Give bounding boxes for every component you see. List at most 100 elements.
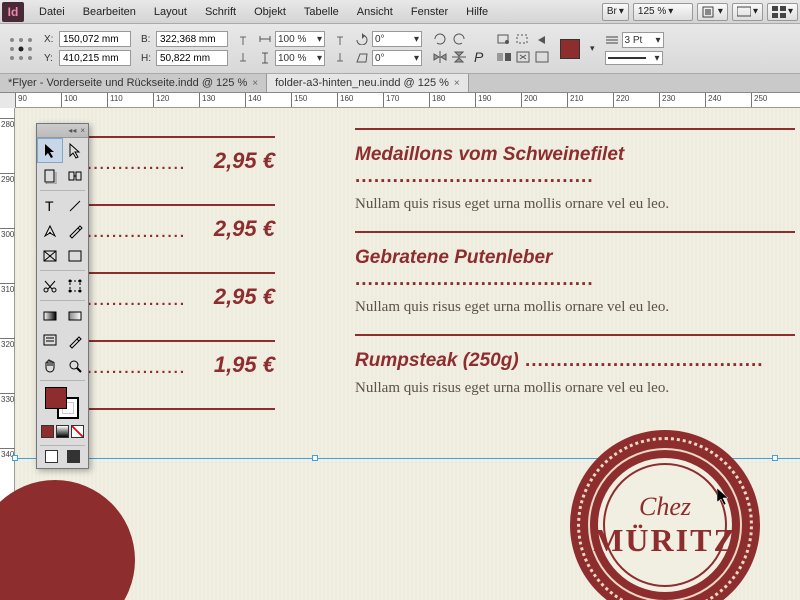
selection-handle[interactable] (772, 455, 778, 461)
apply-gradient-button[interactable] (56, 425, 69, 438)
price-row: .................. 2,95 € (75, 204, 275, 244)
menu-ansicht[interactable]: Ansicht (348, 0, 402, 24)
fill-stroke-swatch[interactable] (37, 383, 88, 423)
screen-mode-button[interactable]: ▾ (732, 3, 763, 21)
hand-tool[interactable] (37, 353, 63, 378)
shear-input[interactable]: 0°▾ (372, 50, 422, 66)
x-input[interactable] (59, 31, 131, 47)
view-mode-button[interactable]: ▾ (697, 3, 728, 21)
line-tool[interactable] (63, 193, 89, 218)
menu-objekt[interactable]: Objekt (245, 0, 295, 24)
rotate-input[interactable]: 0°▾ (372, 31, 422, 47)
normal-view-button[interactable] (45, 450, 58, 463)
menubar: Id Datei Bearbeiten Layout Schrift Objek… (0, 0, 800, 24)
tool-palette[interactable]: ◂◂ × T (36, 123, 89, 469)
tab-label: folder-a3-hinten_neu.indd @ 125 % (275, 77, 449, 89)
scale-y-input[interactable]: 100 %▾ (275, 50, 325, 66)
bridge-button[interactable]: Br▾ (602, 3, 629, 21)
leader-dots: .................. (75, 360, 205, 377)
price-column: .................. 2,95 € ..............… (75, 108, 275, 380)
gradient-feather-tool[interactable] (63, 303, 89, 328)
menu-fenster[interactable]: Fenster (402, 0, 457, 24)
menu-tabelle[interactable]: Tabelle (295, 0, 348, 24)
select-container-icon[interactable] (496, 33, 512, 47)
horizontal-ruler[interactable]: 9010011012013014015016017018019020021022… (15, 93, 800, 108)
item-description: Nullam quis risus eget urna mollis ornar… (355, 196, 795, 213)
page-canvas[interactable]: .................. 2,95 € ..............… (15, 108, 800, 600)
chevron-down-icon: ▾ (718, 6, 723, 17)
menu-item: Gebratene Putenleber Nullam quis risus e… (355, 231, 795, 334)
menu-layout[interactable]: Layout (145, 0, 196, 24)
stroke-style-select[interactable]: ▾ (605, 51, 663, 65)
menu-hilfe[interactable]: Hilfe (457, 0, 497, 24)
document-stage: 280290300310320330340350360 ............… (0, 108, 800, 600)
gap-tool[interactable] (63, 163, 89, 188)
y-input[interactable] (59, 50, 131, 66)
fill-swatch[interactable] (560, 39, 580, 59)
document-tabs: *Flyer - Vorderseite und Rückseite.indd … (0, 74, 800, 93)
flip-h-icon[interactable] (432, 50, 448, 64)
type-tool[interactable]: T (37, 193, 63, 218)
price-row: .................. 2,95 € (75, 272, 275, 312)
close-icon[interactable]: × (252, 78, 258, 89)
note-tool[interactable] (37, 328, 63, 353)
item-description: Nullam quis risus eget urna mollis ornar… (355, 299, 795, 316)
free-transform-tool[interactable] (63, 273, 89, 298)
leader-dots: .................. (75, 292, 205, 309)
link-icon[interactable] (238, 34, 248, 64)
scissors-tool[interactable] (37, 273, 63, 298)
item-title: Rumpsteak (250g) (355, 350, 795, 372)
chevron-down-icon: ▾ (414, 34, 419, 45)
menu-bearbeiten[interactable]: Bearbeiten (74, 0, 145, 24)
menu-schrift[interactable]: Schrift (196, 0, 245, 24)
scale-x-icon (258, 33, 272, 45)
page-tool[interactable] (37, 163, 63, 188)
rotate-cw-icon[interactable] (432, 32, 448, 46)
chevron-down-icon[interactable]: ▾ (590, 43, 595, 54)
arrange-button[interactable]: ▾ (767, 3, 798, 21)
stroke-weight-input[interactable]: 3 Pt▾ (622, 32, 664, 48)
rectangle-frame-tool[interactable] (37, 243, 63, 268)
preview-view-button[interactable] (67, 450, 80, 463)
pencil-tool[interactable] (63, 218, 89, 243)
close-icon[interactable]: × (80, 126, 85, 135)
zoom-select[interactable]: 125 %▾ (633, 3, 693, 21)
selection-handle[interactable] (12, 455, 18, 461)
stroke-weight-icon (605, 34, 619, 46)
chevron-down-icon: ▾ (788, 6, 793, 17)
selection-tool[interactable] (37, 138, 63, 163)
select-content-icon[interactable] (515, 33, 531, 47)
rotate-ccw-icon[interactable] (451, 32, 467, 46)
direct-selection-tool[interactable] (63, 138, 89, 163)
fit-content-icon[interactable] (515, 50, 531, 64)
flip-v-icon[interactable] (451, 50, 467, 64)
eyedropper-tool[interactable] (63, 328, 89, 353)
chevron-down-icon: ▾ (317, 53, 322, 64)
zoom-tool[interactable] (63, 353, 89, 378)
scale-x-input[interactable]: 100 %▾ (275, 31, 325, 47)
link-icon[interactable] (335, 34, 345, 64)
menu-datei[interactable]: Datei (30, 0, 74, 24)
reference-point-icon[interactable] (8, 36, 34, 62)
tab-folder[interactable]: folder-a3-hinten_neu.indd @ 125 % × (267, 74, 469, 92)
tab-label: *Flyer - Vorderseite und Rückseite.indd … (8, 77, 247, 89)
pen-tool[interactable] (37, 218, 63, 243)
svg-text:P: P (474, 49, 484, 65)
apply-none-button[interactable] (71, 425, 84, 438)
h-input[interactable] (156, 50, 228, 66)
collapse-icon[interactable]: ◂◂ (68, 126, 76, 135)
close-icon[interactable]: × (454, 78, 460, 89)
w-input[interactable] (156, 31, 228, 47)
apply-color-button[interactable] (41, 425, 54, 438)
selection-handle[interactable] (312, 455, 318, 461)
gradient-swatch-tool[interactable] (37, 303, 63, 328)
tab-flyer[interactable]: *Flyer - Vorderseite und Rückseite.indd … (0, 74, 267, 92)
price-row: .................. 2,95 € (75, 136, 275, 176)
palette-header[interactable]: ◂◂ × (37, 124, 88, 138)
fit-frame-icon[interactable] (534, 50, 550, 64)
fill-swatch[interactable] (45, 387, 67, 409)
rectangle-tool[interactable] (63, 243, 89, 268)
chevron-down-icon: ▾ (668, 6, 673, 17)
select-next-icon[interactable] (496, 50, 512, 64)
select-prev-icon[interactable] (534, 33, 550, 47)
